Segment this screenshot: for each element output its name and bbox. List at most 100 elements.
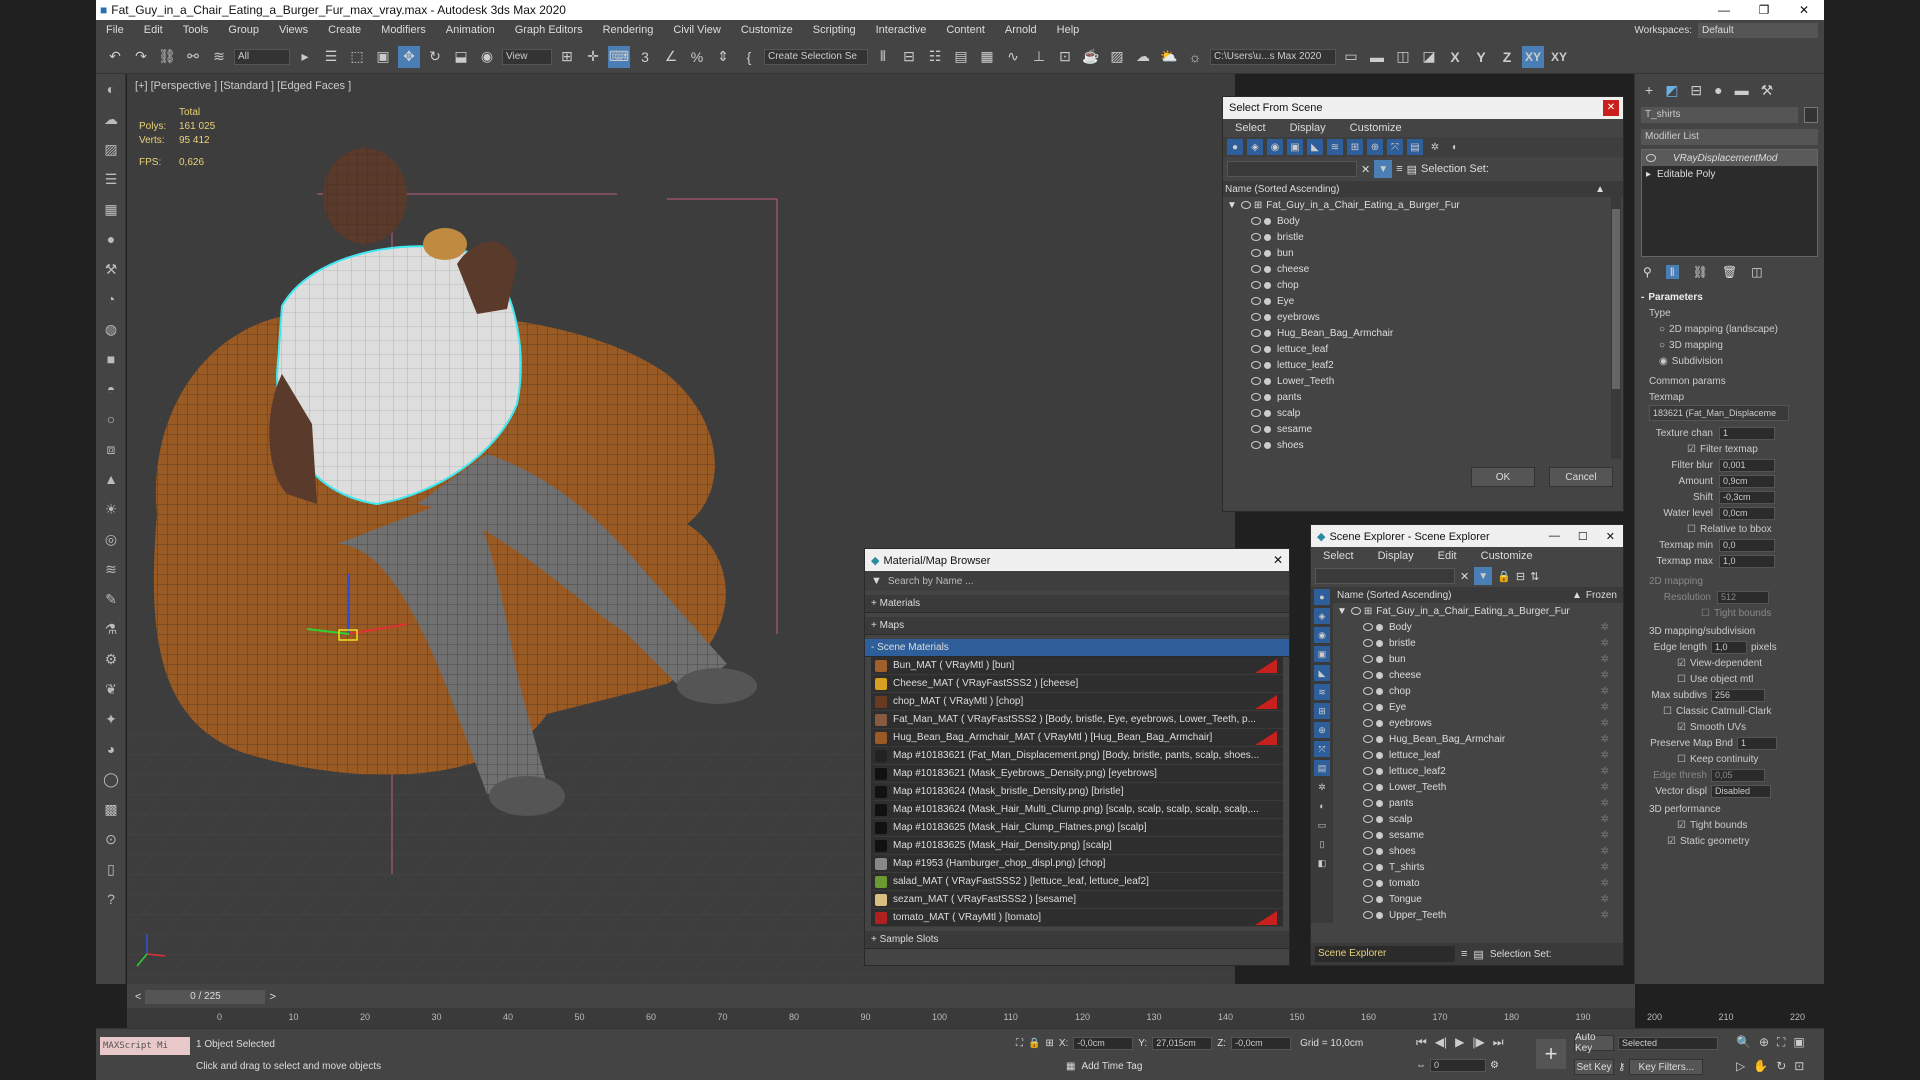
- plane-icon[interactable]: ⧈: [96, 434, 126, 464]
- zoom-icon[interactable]: 🔍: [1736, 1035, 1751, 1050]
- filter-groups-icon[interactable]: ⊞: [1347, 139, 1363, 155]
- ref-coord-dropdown[interactable]: View: [502, 48, 552, 65]
- filter-hidden-icon[interactable]: ◐: [1447, 139, 1463, 155]
- object-row[interactable]: bun: [1223, 245, 1623, 261]
- render-setup-icon[interactable]: ☕: [1080, 46, 1102, 68]
- eye-icon[interactable]: [1251, 249, 1261, 257]
- rotate-icon[interactable]: ↻: [424, 46, 446, 68]
- material-row[interactable]: Bun_MAT ( VRayMtl ) [bun]: [871, 657, 1283, 675]
- zoom-all-icon[interactable]: ⊕: [1759, 1035, 1769, 1050]
- object-row[interactable]: bristle ✲: [1333, 635, 1623, 651]
- frozen-toggle-icon[interactable]: ✲: [1601, 638, 1609, 649]
- tools-icon[interactable]: ⚒: [96, 254, 126, 284]
- object-row[interactable]: cheese: [1223, 261, 1623, 277]
- prev-frame-icon[interactable]: <: [135, 991, 141, 1003]
- spinner-snap-icon[interactable]: ⇕: [712, 46, 734, 68]
- object-row[interactable]: bun ✲: [1333, 651, 1623, 667]
- eye-icon[interactable]: [1363, 799, 1373, 807]
- object-row[interactable]: lettuce_leaf: [1223, 341, 1623, 357]
- object-row[interactable]: Tongue ✲: [1333, 891, 1623, 907]
- object-row[interactable]: sesame ✲: [1333, 827, 1623, 843]
- selection-filter-dropdown[interactable]: All: [234, 48, 290, 65]
- dome-icon[interactable]: ◓: [96, 374, 126, 404]
- zoom-extents-all-icon[interactable]: ▣: [1793, 1035, 1804, 1050]
- se-lights-icon[interactable]: ◉: [1314, 627, 1330, 643]
- se-menu-customize[interactable]: Customize: [1469, 550, 1545, 562]
- material-row[interactable]: Map #10183621 (Mask_Eyebrows_Density.png…: [871, 765, 1283, 783]
- mat-section-materials[interactable]: + Materials: [865, 595, 1289, 613]
- eye-icon[interactable]: [1251, 361, 1261, 369]
- collapse-icon[interactable]: -: [1641, 292, 1644, 303]
- select-from-scene-close-button[interactable]: ✕: [1603, 100, 1619, 116]
- move-icon[interactable]: ✥: [398, 45, 420, 68]
- object-row[interactable]: Body ✲: [1333, 619, 1623, 635]
- frozen-toggle-icon[interactable]: ✲: [1601, 718, 1609, 729]
- project-set-icon[interactable]: ▬: [1366, 46, 1388, 68]
- eye-icon[interactable]: [1646, 154, 1656, 162]
- se-bones-icon[interactable]: ⤧: [1314, 741, 1330, 757]
- preserve-map-bnd-dropdown[interactable]: 1: [1737, 736, 1777, 750]
- list-icon[interactable]: ☰: [96, 164, 126, 194]
- eye-icon[interactable]: [1350, 607, 1361, 615]
- filter-helpers-icon[interactable]: ◣: [1307, 139, 1323, 155]
- goto-start-icon[interactable]: ⏮: [1416, 1035, 1427, 1050]
- sfs-menu-select[interactable]: Select: [1223, 122, 1278, 134]
- undo-icon[interactable]: ↶: [104, 46, 126, 68]
- bind-spacewarp-icon[interactable]: ≋: [208, 46, 230, 68]
- ball-icon[interactable]: ◕: [96, 734, 126, 764]
- filter-shapes-icon[interactable]: ◈: [1247, 139, 1263, 155]
- object-name-input[interactable]: T_shirts: [1641, 107, 1798, 123]
- se-column-header[interactable]: Name (Sorted Ascending) ▲ Frozen: [1333, 587, 1623, 603]
- catmull-clark-checkbox[interactable]: ☐ Classic Catmull-Clark: [1641, 703, 1818, 719]
- bulb-icon[interactable]: ●: [96, 224, 126, 254]
- maximize-button[interactable]: ❐: [1744, 3, 1784, 17]
- select-by-name-icon[interactable]: ☰: [320, 46, 342, 68]
- max-subdivs-spinner[interactable]: 256: [1711, 688, 1765, 702]
- param-spinner[interactable]: 0,9cm: [1719, 474, 1775, 488]
- object-row[interactable]: cheese ✲: [1333, 667, 1623, 683]
- sfs-menu-display[interactable]: Display: [1278, 122, 1338, 134]
- current-frame-input[interactable]: 0: [1430, 1059, 1486, 1072]
- filter-cameras-icon[interactable]: ▣: [1287, 139, 1303, 155]
- checkbox-icon[interactable]: ☐: [1663, 706, 1672, 717]
- configure-sets-icon[interactable]: ◫: [1751, 265, 1762, 279]
- time-tag-icon[interactable]: ▦: [1066, 1061, 1075, 1072]
- radio-icon[interactable]: ○: [1659, 340, 1665, 351]
- schematic-icon[interactable]: ⊥: [1028, 46, 1050, 68]
- se-sync-icon[interactable]: ⇅: [1530, 570, 1539, 583]
- material-row[interactable]: Map #1953 (Hamburger_chop_displ.png) [ch…: [871, 855, 1283, 873]
- eye-icon[interactable]: [1363, 815, 1373, 823]
- se-layers-icon[interactable]: ≡: [1461, 948, 1467, 960]
- filter-frozen-icon[interactable]: ✲: [1427, 139, 1443, 155]
- filter-xrefs-icon[interactable]: ⊕: [1367, 139, 1383, 155]
- redo-icon[interactable]: ↷: [130, 46, 152, 68]
- se-xrefs-icon[interactable]: ⊕: [1314, 722, 1330, 738]
- se-selset-icon[interactable]: ▤: [1473, 948, 1483, 961]
- zoom-extents-icon[interactable]: ⛶: [1777, 1035, 1785, 1050]
- globe-icon[interactable]: ◯: [96, 764, 126, 794]
- checkbox-icon[interactable]: ☐: [1677, 754, 1686, 765]
- select-manipulate-icon[interactable]: ✛: [582, 46, 604, 68]
- param-spinner[interactable]: -0,3cm: [1719, 490, 1775, 504]
- radio-2d-mapping[interactable]: ○ 2D mapping (landscape): [1641, 321, 1818, 337]
- material-row[interactable]: Cheese_MAT ( VRayFastSSS2 ) [cheese]: [871, 675, 1283, 693]
- x-coord-input[interactable]: -0,0cm: [1073, 1037, 1134, 1050]
- project-path-dropdown[interactable]: C:\Users\u...s Max 2020: [1210, 48, 1336, 65]
- place-icon[interactable]: ◉: [476, 46, 498, 68]
- object-row[interactable]: Hug_Bean_Bag_Armchair: [1223, 325, 1623, 341]
- frozen-toggle-icon[interactable]: ✲: [1601, 622, 1609, 633]
- keep-continuity-checkbox[interactable]: ☐ Keep continuity: [1641, 751, 1818, 767]
- radio-3d-mapping[interactable]: ○ 3D mapping: [1641, 337, 1818, 353]
- expand-icon[interactable]: ▸: [1646, 169, 1651, 180]
- se-groups-icon[interactable]: ⊞: [1314, 703, 1330, 719]
- se-containers-icon[interactable]: ▤: [1314, 760, 1330, 776]
- utilities-tab-icon[interactable]: ⚒: [1761, 82, 1774, 99]
- menu-interactive[interactable]: Interactive: [866, 24, 937, 36]
- eye-icon[interactable]: [1363, 687, 1373, 695]
- object-color-swatch[interactable]: [1804, 107, 1818, 123]
- hf-icon[interactable]: ✦: [96, 704, 126, 734]
- se-cameras-icon[interactable]: ▣: [1314, 646, 1330, 662]
- menu-file[interactable]: File: [96, 24, 134, 36]
- workspace-dropdown[interactable]: Default: [1698, 22, 1818, 38]
- project-open-icon[interactable]: ◫: [1392, 46, 1414, 68]
